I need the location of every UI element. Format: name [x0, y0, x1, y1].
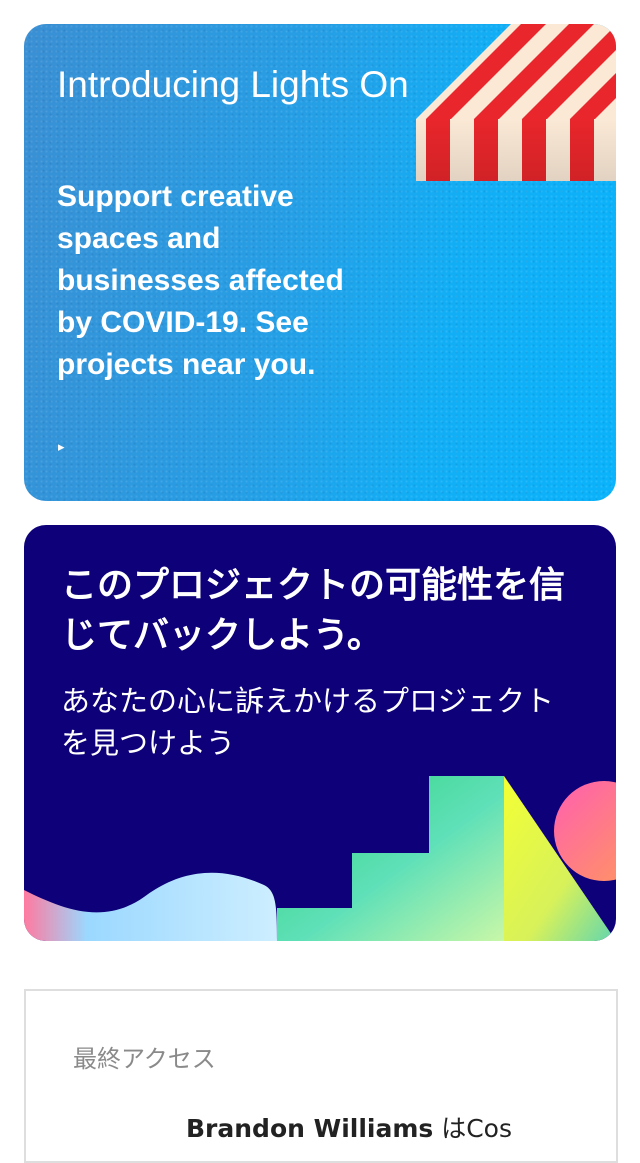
lights-on-body: Support creative spaces and businesses a… [57, 180, 344, 381]
recent-heading: 最終アクセス [73, 1045, 216, 1073]
recently-accessed-card: 最終アクセス Brandon Williams はCos [24, 989, 618, 1163]
back-project-title: このプロジェクトの可能性を信じてバックしよう。 [61, 565, 566, 656]
back-project-subtitle: あなたの心に訴えかけるプロジェクトを見つけよう [61, 684, 555, 760]
recent-item-text: はCos [433, 1114, 513, 1143]
play-arrow-icon[interactable]: ▸ [58, 439, 65, 455]
back-project-card[interactable]: このプロジェクトの可能性を信じてバックしよう。 あなたの心に訴えかけるプロジェク… [24, 525, 616, 941]
creator-name: Brandon Williams [186, 1114, 434, 1143]
recent-project-item[interactable]: Brandon Williams はCos [186, 1109, 512, 1145]
lights-on-card[interactable]: Introducing Lights On Support creative s… [24, 24, 616, 501]
lights-on-title: Introducing Lights On [57, 64, 409, 105]
awning-illustration [416, 24, 616, 181]
